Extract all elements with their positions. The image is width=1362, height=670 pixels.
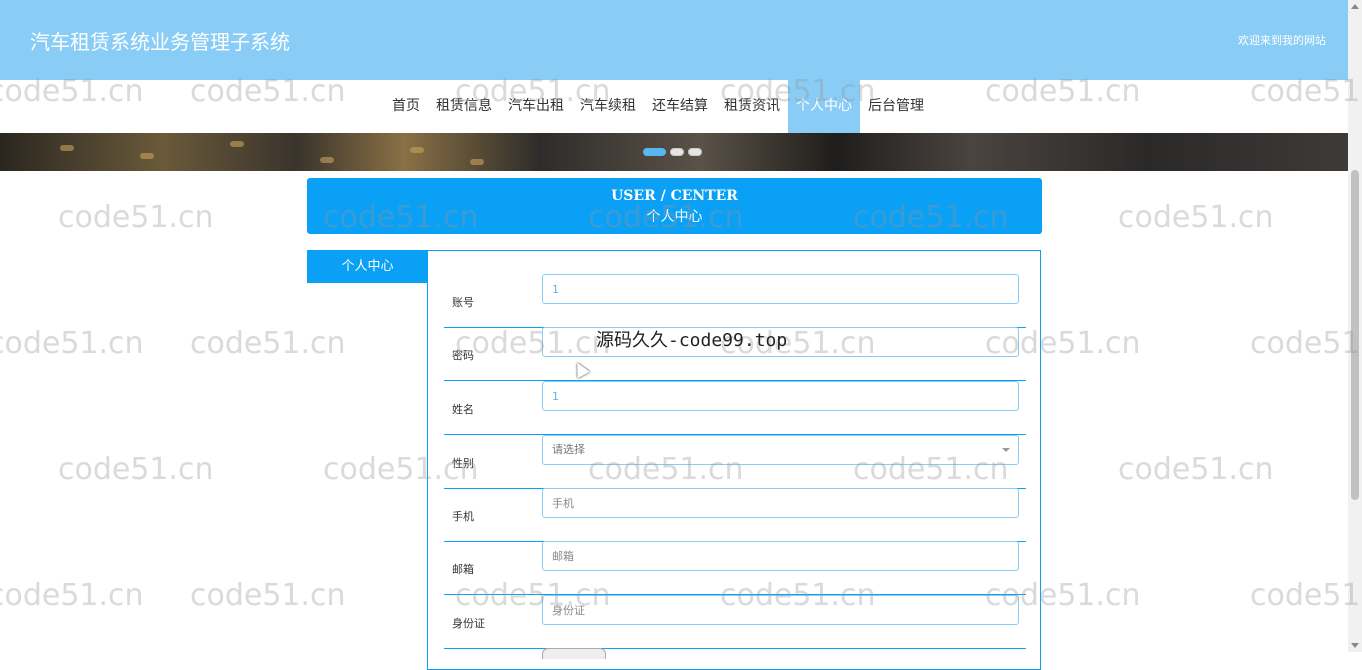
phone-input[interactable]	[542, 488, 1019, 518]
form-row-email: 邮箱	[444, 541, 1026, 595]
password-label: 密码	[452, 349, 474, 362]
carousel-indicators	[643, 148, 702, 156]
form-row-account: 账号	[444, 274, 1026, 328]
page-scrollbar[interactable]	[1348, 0, 1362, 652]
section-title-cn: 个人中心	[646, 209, 703, 225]
overlay-watermark: 源码久久-code99.top	[596, 330, 788, 351]
watermark: code51.cn	[1250, 578, 1362, 613]
gender-select-value: 请选择	[552, 443, 585, 456]
scrollbar-thumb[interactable]	[1351, 170, 1359, 500]
gender-label: 性别	[452, 457, 474, 470]
site-title: 汽车租赁系统业务管理子系统	[30, 30, 290, 54]
section-title-en: USER / CENTER	[611, 188, 738, 204]
upload-button[interactable]	[542, 648, 606, 659]
nav-item-home[interactable]: 首页	[384, 80, 428, 133]
name-input[interactable]	[542, 381, 1019, 411]
top-header: 汽车租赁系统业务管理子系统 欢迎来到我的网站	[0, 0, 1348, 80]
nav-item-car-rent[interactable]: 汽车出租	[500, 80, 572, 133]
watermark: code51.cn	[190, 326, 346, 361]
watermark: code51.cn	[1250, 326, 1362, 361]
scroll-up-icon[interactable]	[1351, 4, 1359, 9]
carousel-dot[interactable]	[688, 148, 702, 156]
watermark: code51.cn	[1118, 200, 1274, 235]
profile-form: 账号 密码 姓名 性别 请选择 手机 邮箱 身份证	[427, 250, 1041, 670]
form-row-name: 姓名	[444, 381, 1026, 435]
watermark: code51.cn	[0, 326, 144, 361]
section-heading: USER / CENTER 个人中心	[307, 178, 1042, 234]
carousel-dot[interactable]	[643, 148, 666, 156]
form-row-id-card: 身份证	[444, 595, 1026, 649]
id-card-label: 身份证	[452, 617, 485, 630]
watermark: code51.cn	[58, 200, 214, 235]
account-label: 账号	[452, 296, 474, 309]
form-row-gender: 性别 请选择	[444, 435, 1026, 489]
watermark: code51.cn	[58, 452, 214, 487]
phone-label: 手机	[452, 510, 474, 523]
main-nav: 首页 租赁信息 汽车出租 汽车续租 还车结算 租赁资讯 个人中心 后台管理	[0, 80, 1348, 133]
account-input[interactable]	[542, 274, 1019, 304]
id-card-input[interactable]	[542, 595, 1019, 625]
name-label: 姓名	[452, 403, 474, 416]
nav-item-rental-info[interactable]: 租赁信息	[428, 80, 500, 133]
watermark: code51.cn	[1118, 452, 1274, 487]
nav-item-renew[interactable]: 汽车续租	[572, 80, 644, 133]
welcome-text: 欢迎来到我的网站	[1238, 34, 1326, 47]
chevron-down-icon	[1002, 448, 1010, 452]
nav-item-return-settle[interactable]: 还车结算	[644, 80, 716, 133]
nav-item-news[interactable]: 租赁资讯	[716, 80, 788, 133]
scroll-down-icon[interactable]	[1351, 643, 1359, 648]
form-row-phone: 手机	[444, 488, 1026, 542]
gender-select[interactable]: 请选择	[542, 435, 1019, 465]
nav-item-user-center[interactable]: 个人中心	[788, 80, 860, 133]
email-label: 邮箱	[452, 563, 474, 576]
sidebar-item-user-center[interactable]: 个人中心	[307, 250, 428, 283]
watermark: code51.cn	[190, 578, 346, 613]
watermark: code51.cn	[0, 578, 144, 613]
email-input[interactable]	[542, 541, 1019, 571]
nav-item-admin[interactable]: 后台管理	[860, 80, 932, 133]
carousel-dot[interactable]	[670, 148, 684, 156]
